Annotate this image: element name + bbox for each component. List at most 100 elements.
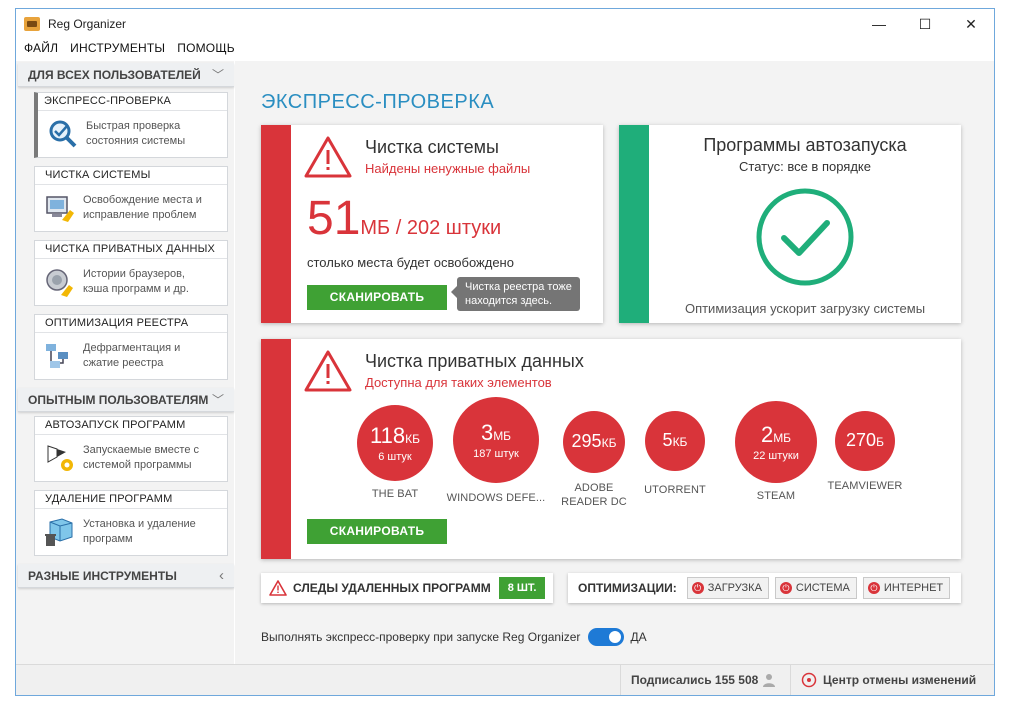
sidebar-item-title: УДАЛЕНИЕ ПРОГРАММ (35, 491, 227, 509)
warning-icon (269, 580, 287, 596)
private-item-circle[interactable]: 295КБ (563, 411, 625, 473)
panel-stripe (619, 125, 649, 323)
private-item-label: TEAMVIEWER (827, 480, 903, 492)
panel-heading: Программы автозапуска (703, 135, 907, 155)
power-icon: ⏻ (867, 582, 880, 594)
panel-subheading: Найдены ненужные файлы (365, 161, 531, 176)
item-count: 187 штук (473, 447, 519, 460)
panel-stripe (261, 339, 291, 559)
sidebar-item-desc: кэша программ и др. (83, 283, 189, 295)
registry-tooltip: Чистка реестра тоже находится здесь. (451, 277, 580, 311)
optimize-system-button[interactable]: ⏻ СИСТЕМА (774, 577, 857, 599)
sidebar-section-advanced-users[interactable]: ОПЫТНЫМ ПОЛЬЗОВАТЕЛЯМ ﹀ (18, 388, 234, 412)
undo-center-button[interactable]: Центр отмены изменений (790, 665, 994, 695)
button-label: СИСТЕМА (795, 582, 850, 594)
space-number: 51 (307, 192, 361, 245)
autorun-footer: Оптимизация ускорит загрузку системы (684, 301, 926, 316)
panel-heading: Чистка приватных данных (365, 351, 584, 371)
panel-stripe (261, 125, 291, 323)
section-label: РАЗНЫЕ ИНСТРУМЕНТЫ (28, 569, 177, 583)
title-bar: Reg Organizer — ☐ ✕ (16, 9, 994, 39)
freed-space-value: 51МБ / 202 штуки (307, 193, 501, 254)
sidebar-item-private-cleanup[interactable]: ЧИСТКА ПРИВАТНЫХ ДАННЫХ Истории браузеро… (34, 240, 228, 306)
section-label: ДЛЯ ВСЕХ ПОЛЬЗОВАТЕЛЕЙ (28, 68, 201, 82)
optimize-boot-button[interactable]: ⏻ ЗАГРУЗКА (686, 577, 769, 599)
item-count: 22 штуки (753, 449, 799, 462)
item-count: 6 штук (378, 450, 412, 463)
item-unit: КБ (601, 436, 617, 450)
startup-check-row: Выполнять экспресс-проверку при запуске … (261, 628, 647, 646)
sidebar-item-desc: состояния системы (86, 135, 186, 147)
window-title: Reg Organizer (48, 17, 127, 31)
sidebar-item-title: ЧИСТКА ПРИВАТНЫХ ДАННЫХ (35, 241, 227, 259)
item-value: 295 (571, 431, 602, 451)
menu-tools[interactable]: ИНСТРУМЕНТЫ (70, 41, 165, 59)
sidebar-item-autorun[interactable]: АВТОЗАПУСК ПРОГРАММ Запускаемые вместе с… (34, 416, 228, 482)
warning-icon (304, 350, 352, 392)
close-button[interactable]: ✕ (948, 9, 994, 39)
sidebar-section-misc-tools[interactable]: РАЗНЫЕ ИНСТРУМЕНТЫ ‹ (18, 564, 234, 588)
sidebar-item-desc: сжатие реестра (83, 357, 164, 369)
menu-help[interactable]: ПОМОЩЬ (177, 41, 235, 59)
panel-heading: Чистка системы (365, 137, 499, 157)
private-item-circle[interactable]: 270Б (835, 411, 895, 471)
autorun-panel: Программы автозапуска Статус: все в поря… (619, 125, 961, 323)
panel-subheading: Доступна для таких элементов (365, 375, 552, 390)
magnifier-check-icon (46, 117, 80, 151)
sidebar-item-express-check[interactable]: ЭКСПРЕСС-ПРОВЕРКА Быстрая проверка состоя… (34, 92, 228, 158)
subscribers-counter[interactable]: Подписались 155 508 (620, 665, 790, 695)
item-value: 5 (662, 430, 673, 450)
autorun-icon (43, 441, 77, 475)
private-item-label: WINDOWS DEFE... (446, 492, 546, 504)
sidebar-item-title: ОПТИМИЗАЦИЯ РЕЕСТРА (35, 315, 227, 333)
deleted-programs-traces[interactable]: СЛЕДЫ УДАЛЕННЫХ ПРОГРАММ 8 ШТ. (261, 573, 553, 603)
startup-check-toggle[interactable] (588, 628, 625, 646)
item-value: 270 (846, 430, 877, 450)
item-unit: Б (876, 435, 884, 449)
app-window: Reg Organizer — ☐ ✕ ФАЙЛ ИНСТРУМЕНТЫ ПОМ… (15, 8, 995, 696)
menu-file[interactable]: ФАЙЛ (24, 41, 58, 59)
traces-count-badge: 8 ШТ. (498, 577, 546, 599)
minimize-button[interactable]: — (856, 9, 902, 39)
scan-private-button[interactable]: СКАНИРОВАТЬ (307, 519, 447, 544)
menu-bar: ФАЙЛ ИНСТРУМЕНТЫ ПОМОЩЬ (16, 41, 235, 59)
button-label: ИНТЕРНЕТ (883, 582, 944, 594)
startup-check-label: Выполнять экспресс-проверку при запуске … (261, 630, 581, 644)
optimizations-label: ОПТИМИЗАЦИИ: (578, 581, 677, 595)
sidebar-item-registry-optimization[interactable]: ОПТИМИЗАЦИЯ РЕЕСТРА Дефрагментация и сжат… (34, 314, 228, 380)
sidebar-item-desc: Освобождение места и (83, 194, 202, 206)
button-label: ЗАГРУЗКА (707, 582, 762, 594)
chevron-down-icon: ﹀ (211, 393, 224, 407)
optimizations-box: ОПТИМИЗАЦИИ: ⏻ ЗАГРУЗКА ⏻ СИСТЕМА ⏻ ИНТЕРНЕ… (568, 573, 961, 603)
system-cleanup-icon (43, 191, 77, 225)
sidebar-item-desc: Истории браузеров, (83, 268, 185, 280)
private-item-circle[interactable]: 118КБ 6 штук (357, 405, 433, 481)
sidebar-section-all-users[interactable]: ДЛЯ ВСЕХ ПОЛЬЗОВАТЕЛЕЙ ﹀ (18, 63, 234, 87)
private-item-circle[interactable]: 5КБ (645, 411, 705, 471)
power-icon: ⏻ (779, 582, 792, 594)
private-item-circle[interactable]: 3МБ 187 штук (453, 397, 539, 483)
sidebar-item-title: ЭКСПРЕСС-ПРОВЕРКА (38, 93, 227, 111)
sidebar-item-desc: программ (83, 533, 133, 545)
system-cleanup-panel: Чистка системы Найдены ненужные файлы 51… (261, 125, 603, 323)
registry-icon (43, 339, 77, 373)
sidebar-item-desc: Быстрая проверка (86, 120, 181, 132)
toggle-value: ДА (630, 630, 647, 644)
item-unit: КБ (405, 431, 420, 446)
sidebar-item-desc: исправление проблем (83, 209, 197, 221)
private-item-circle[interactable]: 2МБ 22 штуки (735, 401, 817, 483)
item-value: 3 (480, 419, 494, 445)
tooltip-line: Чистка реестра тоже (465, 281, 572, 293)
sidebar-item-desc: Дефрагментация и (83, 342, 181, 354)
optimize-internet-button[interactable]: ⏻ ИНТЕРНЕТ (862, 577, 951, 599)
subscribers-text: Подписались 155 508 (631, 673, 759, 687)
scan-system-button[interactable]: СКАНИРОВАТЬ (307, 285, 447, 310)
space-unit: МБ / 202 штуки (360, 217, 502, 239)
sidebar-item-system-cleanup[interactable]: ЧИСТКА СИСТЕМЫ Освобождение места и испра… (34, 166, 228, 232)
sidebar-item-uninstall[interactable]: УДАЛЕНИЕ ПРОГРАММ Установка и удаление пр… (34, 490, 228, 556)
private-data-icon (43, 265, 77, 299)
item-unit: МБ (773, 430, 792, 445)
undo-center-text: Центр отмены изменений (823, 673, 977, 687)
autorun-status: Статус: все в порядке (739, 159, 871, 174)
maximize-button[interactable]: ☐ (902, 9, 948, 39)
